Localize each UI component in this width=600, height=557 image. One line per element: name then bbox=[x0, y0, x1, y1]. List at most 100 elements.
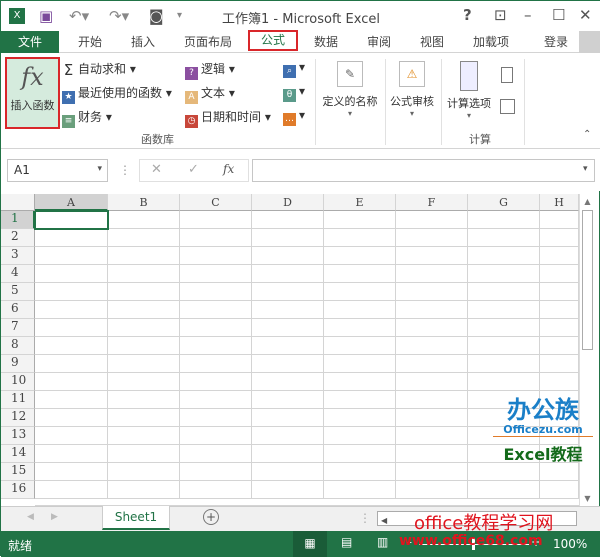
column-header-G[interactable]: G bbox=[468, 194, 540, 211]
cell-A9[interactable] bbox=[35, 355, 108, 373]
cell-D5[interactable] bbox=[252, 283, 324, 301]
cell-G4[interactable] bbox=[468, 265, 540, 283]
redo-icon[interactable]: ↷▾ bbox=[109, 7, 129, 25]
cell-A16[interactable] bbox=[35, 481, 108, 499]
recent-functions-button[interactable]: ★ 最近使用的函数 ▾ bbox=[62, 84, 172, 104]
cell-F8[interactable] bbox=[396, 337, 468, 355]
page-layout-view-icon[interactable]: ▤ bbox=[341, 535, 352, 549]
ribbon-display-button[interactable]: ⊡ bbox=[494, 6, 507, 24]
cell-E12[interactable] bbox=[324, 409, 396, 427]
row-header-10[interactable]: 10 bbox=[1, 373, 35, 391]
row-header-8[interactable]: 8 bbox=[1, 337, 35, 355]
column-header-B[interactable]: B bbox=[108, 194, 180, 211]
cell-D4[interactable] bbox=[252, 265, 324, 283]
cell-C6[interactable] bbox=[180, 301, 252, 319]
cell-D8[interactable] bbox=[252, 337, 324, 355]
formula-input[interactable] bbox=[252, 159, 595, 182]
sheet-tab-sheet1[interactable]: Sheet1 bbox=[102, 506, 170, 530]
cell-A10[interactable] bbox=[35, 373, 108, 391]
cell-G6[interactable] bbox=[468, 301, 540, 319]
cell-A15[interactable] bbox=[35, 463, 108, 481]
cell-H6[interactable] bbox=[540, 301, 579, 319]
formula-auditing-button[interactable]: ⚠ 公式审核 ▾ bbox=[387, 61, 437, 118]
cell-B12[interactable] bbox=[108, 409, 180, 427]
cell-H10[interactable] bbox=[540, 373, 579, 391]
collapse-ribbon-icon[interactable]: ⌃ bbox=[583, 129, 591, 140]
maximize-button[interactable]: ☐ bbox=[552, 6, 565, 24]
financial-button[interactable]: ≡ 财务 ▾ bbox=[62, 108, 112, 128]
cell-E15[interactable] bbox=[324, 463, 396, 481]
column-header-F[interactable]: F bbox=[396, 194, 468, 211]
cell-C7[interactable] bbox=[180, 319, 252, 337]
cell-D6[interactable] bbox=[252, 301, 324, 319]
normal-view-icon[interactable]: ▦ bbox=[293, 531, 327, 557]
cell-D2[interactable] bbox=[252, 229, 324, 247]
save-icon[interactable]: ▣ bbox=[39, 7, 53, 25]
cell-B6[interactable] bbox=[108, 301, 180, 319]
cell-D15[interactable] bbox=[252, 463, 324, 481]
cell-G10[interactable] bbox=[468, 373, 540, 391]
cell-D14[interactable] bbox=[252, 445, 324, 463]
cell-B7[interactable] bbox=[108, 319, 180, 337]
cell-H2[interactable] bbox=[540, 229, 579, 247]
cancel-icon[interactable]: ✕ bbox=[151, 162, 162, 177]
cell-H5[interactable] bbox=[540, 283, 579, 301]
cell-D7[interactable] bbox=[252, 319, 324, 337]
tab-data[interactable]: 数据 bbox=[314, 33, 338, 50]
add-sheet-icon[interactable]: + bbox=[203, 509, 219, 525]
cell-A12[interactable] bbox=[35, 409, 108, 427]
cell-B11[interactable] bbox=[108, 391, 180, 409]
next-sheet-icon[interactable]: ▶ bbox=[51, 512, 58, 522]
cell-D1[interactable] bbox=[252, 211, 324, 229]
cell-D13[interactable] bbox=[252, 427, 324, 445]
cell-D12[interactable] bbox=[252, 409, 324, 427]
cell-B4[interactable] bbox=[108, 265, 180, 283]
logical-button[interactable]: ? 逻辑 ▾ bbox=[185, 60, 235, 80]
cell-G3[interactable] bbox=[468, 247, 540, 265]
cell-B13[interactable] bbox=[108, 427, 180, 445]
cell-H1[interactable] bbox=[540, 211, 579, 229]
cell-E7[interactable] bbox=[324, 319, 396, 337]
prev-sheet-icon[interactable]: ◀ bbox=[27, 512, 34, 522]
insert-function-icon[interactable]: fx bbox=[223, 162, 234, 176]
cell-B15[interactable] bbox=[108, 463, 180, 481]
tab-formulas[interactable]: 公式 bbox=[248, 30, 298, 51]
avatar[interactable] bbox=[579, 31, 600, 53]
cell-E14[interactable] bbox=[324, 445, 396, 463]
active-cell-A1[interactable] bbox=[34, 210, 109, 230]
cell-E2[interactable] bbox=[324, 229, 396, 247]
help-button[interactable]: ? bbox=[463, 6, 472, 24]
cell-C15[interactable] bbox=[180, 463, 252, 481]
column-header-D[interactable]: D bbox=[252, 194, 324, 211]
cell-F3[interactable] bbox=[396, 247, 468, 265]
cell-F13[interactable] bbox=[396, 427, 468, 445]
defined-names-button[interactable]: ✎ 定义的名称 ▾ bbox=[319, 61, 381, 118]
column-header-C[interactable]: C bbox=[180, 194, 252, 211]
text-button[interactable]: A 文本 ▾ bbox=[185, 84, 235, 104]
cell-G16[interactable] bbox=[468, 481, 540, 499]
cell-A13[interactable] bbox=[35, 427, 108, 445]
cell-H3[interactable] bbox=[540, 247, 579, 265]
cell-E4[interactable] bbox=[324, 265, 396, 283]
cell-D3[interactable] bbox=[252, 247, 324, 265]
cell-B16[interactable] bbox=[108, 481, 180, 499]
cell-H7[interactable] bbox=[540, 319, 579, 337]
cell-E6[interactable] bbox=[324, 301, 396, 319]
page-break-view-icon[interactable]: ▥ bbox=[377, 535, 388, 549]
cell-F15[interactable] bbox=[396, 463, 468, 481]
autosum-button[interactable]: Σ 自动求和 ▾ bbox=[62, 60, 136, 78]
cell-D10[interactable] bbox=[252, 373, 324, 391]
cell-E8[interactable] bbox=[324, 337, 396, 355]
cell-C12[interactable] bbox=[180, 409, 252, 427]
column-header-A[interactable]: A bbox=[35, 194, 108, 211]
row-header-6[interactable]: 6 bbox=[1, 301, 35, 319]
cell-B9[interactable] bbox=[108, 355, 180, 373]
cell-E16[interactable] bbox=[324, 481, 396, 499]
column-header-E[interactable]: E bbox=[324, 194, 396, 211]
enter-icon[interactable]: ✓ bbox=[188, 162, 199, 177]
cell-E9[interactable] bbox=[324, 355, 396, 373]
tab-home[interactable]: 开始 bbox=[78, 33, 102, 50]
row-header-3[interactable]: 3 bbox=[1, 247, 35, 265]
cell-E1[interactable] bbox=[324, 211, 396, 229]
cell-C3[interactable] bbox=[180, 247, 252, 265]
